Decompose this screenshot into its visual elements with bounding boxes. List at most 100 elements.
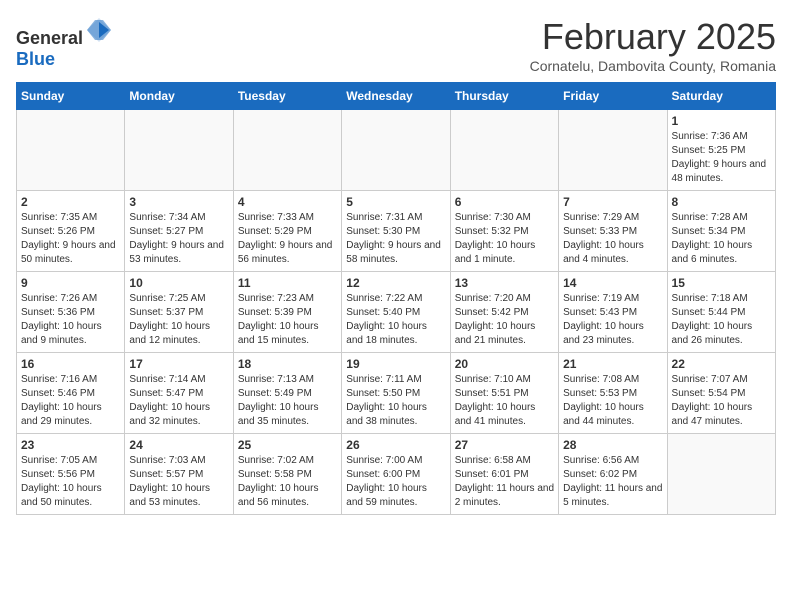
- day-number: 6: [455, 195, 554, 209]
- day-number: 9: [21, 276, 120, 290]
- day-cell: 2 Sunrise: 7:35 AM Sunset: 5:26 PM Daylig…: [17, 191, 125, 272]
- day-info: Sunrise: 7:11 AM Sunset: 5:50 PM Dayligh…: [346, 373, 445, 429]
- day-cell: [17, 110, 125, 191]
- day-info: Sunrise: 7:03 AM Sunset: 5:57 PM Dayligh…: [129, 454, 228, 510]
- logo-icon: [85, 16, 113, 44]
- day-number: 1: [672, 114, 771, 128]
- day-cell: 7 Sunrise: 7:29 AM Sunset: 5:33 PM Daylig…: [559, 191, 667, 272]
- calendar: SundayMondayTuesdayWednesdayThursdayFrid…: [16, 82, 776, 515]
- weekday-header-thursday: Thursday: [450, 83, 558, 110]
- day-number: 24: [129, 438, 228, 452]
- day-info: Sunrise: 7:16 AM Sunset: 5:46 PM Dayligh…: [21, 373, 120, 429]
- week-row-2: 9 Sunrise: 7:26 AM Sunset: 5:36 PM Daylig…: [17, 272, 776, 353]
- day-cell: 9 Sunrise: 7:26 AM Sunset: 5:36 PM Daylig…: [17, 272, 125, 353]
- day-number: 3: [129, 195, 228, 209]
- day-cell: 5 Sunrise: 7:31 AM Sunset: 5:30 PM Daylig…: [342, 191, 450, 272]
- location-title: Cornatelu, Dambovita County, Romania: [530, 58, 776, 74]
- day-number: 18: [238, 357, 337, 371]
- week-row-4: 23 Sunrise: 7:05 AM Sunset: 5:56 PM Dayli…: [17, 434, 776, 515]
- day-number: 23: [21, 438, 120, 452]
- header: General Blue February 2025 Cornatelu, Da…: [16, 16, 776, 74]
- logo-general: General: [16, 28, 83, 48]
- month-title: February 2025: [530, 16, 776, 58]
- day-info: Sunrise: 7:33 AM Sunset: 5:29 PM Dayligh…: [238, 211, 337, 267]
- day-info: Sunrise: 7:25 AM Sunset: 5:37 PM Dayligh…: [129, 292, 228, 348]
- weekday-header-tuesday: Tuesday: [233, 83, 341, 110]
- day-cell: 1 Sunrise: 7:36 AM Sunset: 5:25 PM Daylig…: [667, 110, 775, 191]
- day-cell: 6 Sunrise: 7:30 AM Sunset: 5:32 PM Daylig…: [450, 191, 558, 272]
- day-cell: 10 Sunrise: 7:25 AM Sunset: 5:37 PM Dayli…: [125, 272, 233, 353]
- day-number: 11: [238, 276, 337, 290]
- day-info: Sunrise: 7:20 AM Sunset: 5:42 PM Dayligh…: [455, 292, 554, 348]
- day-info: Sunrise: 7:02 AM Sunset: 5:58 PM Dayligh…: [238, 454, 337, 510]
- day-info: Sunrise: 7:14 AM Sunset: 5:47 PM Dayligh…: [129, 373, 228, 429]
- day-number: 14: [563, 276, 662, 290]
- day-number: 8: [672, 195, 771, 209]
- title-area: February 2025 Cornatelu, Dambovita Count…: [530, 16, 776, 74]
- day-info: Sunrise: 7:00 AM Sunset: 6:00 PM Dayligh…: [346, 454, 445, 510]
- day-info: Sunrise: 6:58 AM Sunset: 6:01 PM Dayligh…: [455, 454, 554, 510]
- day-number: 28: [563, 438, 662, 452]
- day-cell: 21 Sunrise: 7:08 AM Sunset: 5:53 PM Dayli…: [559, 353, 667, 434]
- weekday-header-wednesday: Wednesday: [342, 83, 450, 110]
- day-info: Sunrise: 6:56 AM Sunset: 6:02 PM Dayligh…: [563, 454, 662, 510]
- day-number: 5: [346, 195, 445, 209]
- day-cell: 22Sunrise: 7:07 AM Sunset: 5:54 PM Dayli…: [667, 353, 775, 434]
- logo-text: General Blue: [16, 16, 113, 70]
- day-cell: 18 Sunrise: 7:13 AM Sunset: 5:49 PM Dayli…: [233, 353, 341, 434]
- day-cell: 24 Sunrise: 7:03 AM Sunset: 5:57 PM Dayli…: [125, 434, 233, 515]
- day-number: 16: [21, 357, 120, 371]
- day-number: 13: [455, 276, 554, 290]
- weekday-header-monday: Monday: [125, 83, 233, 110]
- day-info: Sunrise: 7:30 AM Sunset: 5:32 PM Dayligh…: [455, 211, 554, 267]
- day-info: Sunrise: 7:26 AM Sunset: 5:36 PM Dayligh…: [21, 292, 120, 348]
- weekday-header-row: SundayMondayTuesdayWednesdayThursdayFrid…: [17, 83, 776, 110]
- day-cell: 23 Sunrise: 7:05 AM Sunset: 5:56 PM Dayli…: [17, 434, 125, 515]
- day-cell: 19 Sunrise: 7:11 AM Sunset: 5:50 PM Dayli…: [342, 353, 450, 434]
- weekday-header-friday: Friday: [559, 83, 667, 110]
- day-number: 26: [346, 438, 445, 452]
- day-number: 20: [455, 357, 554, 371]
- day-number: 7: [563, 195, 662, 209]
- day-info: Sunrise: 7:31 AM Sunset: 5:30 PM Dayligh…: [346, 211, 445, 267]
- day-info: Sunrise: 7:36 AM Sunset: 5:25 PM Dayligh…: [672, 130, 771, 186]
- day-number: 10: [129, 276, 228, 290]
- day-cell: 14Sunrise: 7:19 AM Sunset: 5:43 PM Dayli…: [559, 272, 667, 353]
- day-cell: 8Sunrise: 7:28 AM Sunset: 5:34 PM Daylig…: [667, 191, 775, 272]
- day-number: 12: [346, 276, 445, 290]
- day-cell: 20 Sunrise: 7:10 AM Sunset: 5:51 PM Dayli…: [450, 353, 558, 434]
- day-cell: 15Sunrise: 7:18 AM Sunset: 5:44 PM Dayli…: [667, 272, 775, 353]
- day-info: Sunrise: 7:07 AM Sunset: 5:54 PM Dayligh…: [672, 373, 771, 429]
- day-number: 19: [346, 357, 445, 371]
- day-cell: 27 Sunrise: 6:58 AM Sunset: 6:01 PM Dayli…: [450, 434, 558, 515]
- day-number: 21: [563, 357, 662, 371]
- day-cell: 28 Sunrise: 6:56 AM Sunset: 6:02 PM Dayli…: [559, 434, 667, 515]
- day-info: Sunrise: 7:05 AM Sunset: 5:56 PM Dayligh…: [21, 454, 120, 510]
- weekday-header-sunday: Sunday: [17, 83, 125, 110]
- day-info: Sunrise: 7:08 AM Sunset: 5:53 PM Dayligh…: [563, 373, 662, 429]
- day-info: Sunrise: 7:35 AM Sunset: 5:26 PM Dayligh…: [21, 211, 120, 267]
- day-info: Sunrise: 7:10 AM Sunset: 5:51 PM Dayligh…: [455, 373, 554, 429]
- day-cell: 16 Sunrise: 7:16 AM Sunset: 5:46 PM Dayli…: [17, 353, 125, 434]
- day-cell: 25Sunrise: 7:02 AM Sunset: 5:58 PM Dayli…: [233, 434, 341, 515]
- week-row-3: 16 Sunrise: 7:16 AM Sunset: 5:46 PM Dayli…: [17, 353, 776, 434]
- logo: General Blue: [16, 16, 113, 70]
- week-row-0: 1 Sunrise: 7:36 AM Sunset: 5:25 PM Daylig…: [17, 110, 776, 191]
- day-cell: 12 Sunrise: 7:22 AM Sunset: 5:40 PM Dayli…: [342, 272, 450, 353]
- day-info: Sunrise: 7:23 AM Sunset: 5:39 PM Dayligh…: [238, 292, 337, 348]
- day-cell: 3Sunrise: 7:34 AM Sunset: 5:27 PM Daylig…: [125, 191, 233, 272]
- day-cell: 26 Sunrise: 7:00 AM Sunset: 6:00 PM Dayli…: [342, 434, 450, 515]
- day-info: Sunrise: 7:29 AM Sunset: 5:33 PM Dayligh…: [563, 211, 662, 267]
- day-cell: 13 Sunrise: 7:20 AM Sunset: 5:42 PM Dayli…: [450, 272, 558, 353]
- day-info: Sunrise: 7:22 AM Sunset: 5:40 PM Dayligh…: [346, 292, 445, 348]
- day-info: Sunrise: 7:13 AM Sunset: 5:49 PM Dayligh…: [238, 373, 337, 429]
- week-row-1: 2 Sunrise: 7:35 AM Sunset: 5:26 PM Daylig…: [17, 191, 776, 272]
- day-cell: 17 Sunrise: 7:14 AM Sunset: 5:47 PM Dayli…: [125, 353, 233, 434]
- day-cell: [233, 110, 341, 191]
- day-number: 2: [21, 195, 120, 209]
- weekday-header-saturday: Saturday: [667, 83, 775, 110]
- day-cell: [125, 110, 233, 191]
- day-cell: 4Sunrise: 7:33 AM Sunset: 5:29 PM Daylig…: [233, 191, 341, 272]
- day-number: 27: [455, 438, 554, 452]
- day-number: 17: [129, 357, 228, 371]
